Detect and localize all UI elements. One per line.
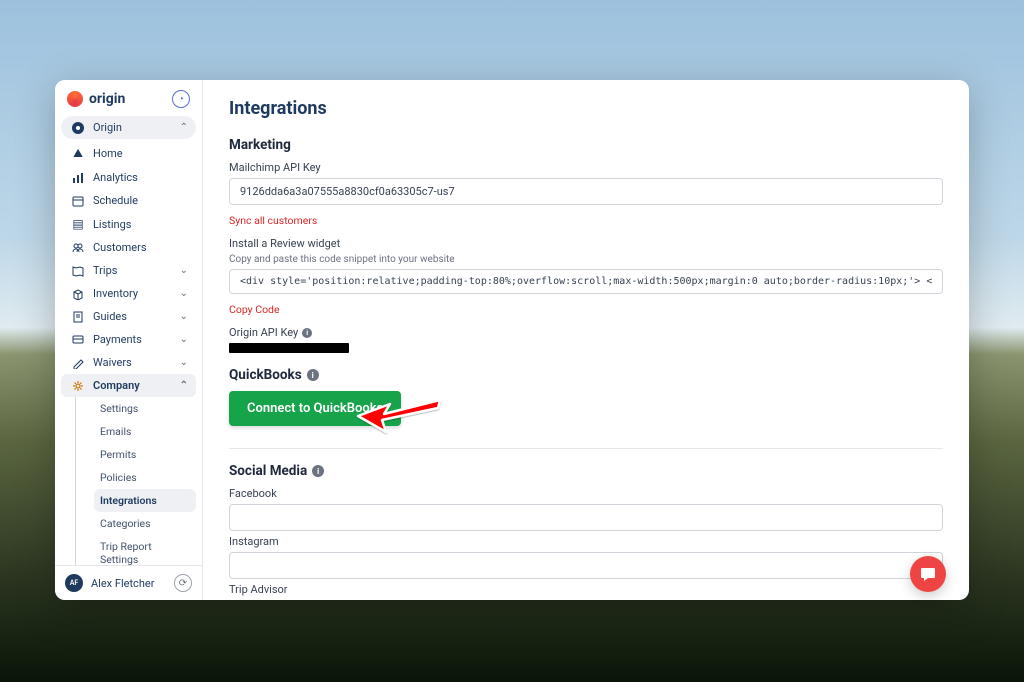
sidebar-sub-permits[interactable]: Permits [94,443,196,466]
sidebar-item-origin[interactable]: Origin ⌃ [61,116,196,139]
collapse-sidebar-icon[interactable]: ⟳ [174,574,192,592]
listings-icon: ▤ [69,217,87,231]
facebook-input[interactable] [229,504,943,531]
info-icon[interactable]: i [307,369,319,381]
customers-icon [69,243,87,252]
nav-label: Customers [93,241,147,254]
user-name: Alex Fletcher [91,577,166,590]
review-widget-code-input[interactable] [229,269,943,294]
sidebar-item-payments[interactable]: Payments ⌄ [61,328,196,351]
instagram-label: Instagram [229,535,943,548]
copy-code-link[interactable]: Copy Code [229,303,280,316]
nav-label: Home [93,147,123,160]
sidebar-item-listings[interactable]: ▤ Listings [61,212,196,236]
sidebar-item-home[interactable]: ⛰ Home [61,141,196,166]
company-submenu: Settings Emails Permits Policies Integra… [75,397,196,565]
facebook-label: Facebook [229,487,943,500]
user-avatar[interactable]: AF [65,574,83,592]
nav-label: Listings [93,218,131,231]
analytics-icon [69,172,87,184]
section-social-heading: Social Media i [229,463,943,479]
origin-logo-icon [67,91,83,107]
chat-icon [919,565,937,583]
home-icon: ⛰ [69,146,87,161]
nav-label: Inventory [93,287,138,300]
nav-label: Waivers [93,356,132,369]
sidebar-item-trips[interactable]: Trips ⌄ [61,259,196,282]
chevron-down-icon: ⌄ [180,311,188,322]
review-widget-sub: Copy and paste this code snippet into yo… [229,254,943,265]
sidebar-nav: Origin ⌃ ⛰ Home Analytics Schedule ▤ [55,116,202,565]
sidebar-item-waivers[interactable]: Waivers ⌄ [61,351,196,374]
sync-customers-link[interactable]: Sync all customers [229,214,317,227]
sidebar-item-company[interactable]: Company ⌃ [61,374,196,397]
nav-label: Origin [93,121,122,134]
nav-label: Payments [93,333,142,346]
chevron-down-icon: ⌄ [180,288,188,299]
guides-icon [69,311,87,323]
gear-icon [69,380,87,392]
brand-name: origin [89,91,125,107]
chevron-up-icon: ⌃ [180,380,188,391]
nav-label: Schedule [93,194,138,207]
nav-label: Company [93,379,140,392]
sidebar-item-schedule[interactable]: Schedule [61,189,196,212]
sidebar-item-customers[interactable]: Customers [61,236,196,259]
review-widget-label: Install a Review widget [229,237,943,250]
sidebar-sub-trip-report[interactable]: Trip Report Settings [94,535,196,565]
connect-quickbooks-button[interactable]: Connect to QuickBooks [229,391,401,426]
notification-badge-icon[interactable]: ◔ [172,90,190,108]
app-window: origin ◔ Origin ⌃ ⛰ Home Analytics [55,80,969,600]
payments-icon [69,335,87,345]
sidebar-item-guides[interactable]: Guides ⌄ [61,305,196,328]
nav-label: Analytics [93,171,138,184]
nav-label: Guides [93,310,127,323]
section-quickbooks-heading: QuickBooks i [229,367,943,383]
sidebar-sub-policies[interactable]: Policies [94,466,196,489]
chevron-down-icon: ⌄ [180,357,188,368]
instagram-input[interactable] [229,552,943,579]
brand-logo[interactable]: origin [67,91,125,107]
sidebar-sub-emails[interactable]: Emails [94,420,196,443]
nav-label: Trips [93,264,117,277]
sidebar-item-analytics[interactable]: Analytics [61,166,196,189]
sidebar-sub-integrations[interactable]: Integrations [94,489,196,512]
origin-api-key-label: Origin API Key i [229,326,943,339]
info-icon[interactable]: i [312,465,324,477]
mailchimp-api-key-input[interactable] [229,178,943,205]
sidebar-sub-settings[interactable]: Settings [94,397,196,420]
main-content: Integrations Marketing Mailchimp API Key… [203,80,969,600]
origin-api-key-value-redacted [229,343,349,353]
sidebar-item-inventory[interactable]: Inventory ⌄ [61,282,196,305]
origin-dot-icon [72,122,84,134]
mailchimp-label: Mailchimp API Key [229,161,943,174]
sidebar-footer: AF Alex Fletcher ⟳ [55,565,202,600]
map-icon [69,265,87,277]
section-divider [229,448,943,449]
chevron-up-icon: ⌃ [180,122,188,133]
info-icon[interactable]: i [302,328,312,338]
chevron-down-icon: ⌄ [180,334,188,345]
calendar-icon [69,195,87,207]
page-title: Integrations [229,98,943,119]
sidebar-header: origin ◔ [55,80,202,116]
inventory-icon [69,288,87,300]
chat-fab-button[interactable] [910,556,946,592]
waivers-icon [69,357,87,369]
sidebar-sub-categories[interactable]: Categories [94,512,196,535]
tripadvisor-label: Trip Advisor [229,583,943,596]
chevron-down-icon: ⌄ [180,265,188,276]
sidebar: origin ◔ Origin ⌃ ⛰ Home Analytics [55,80,203,600]
section-marketing-heading: Marketing [229,137,943,153]
